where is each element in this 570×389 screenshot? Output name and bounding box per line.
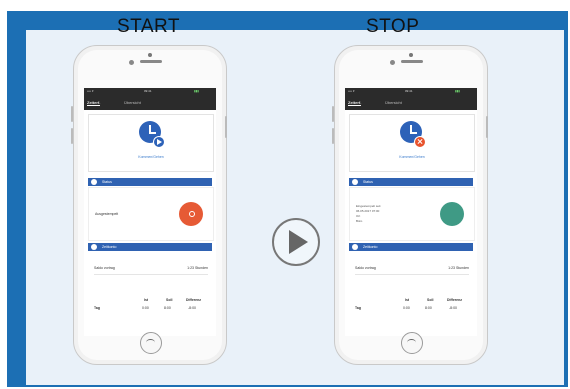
status-section-header: Status (349, 178, 473, 186)
balance-row-label: Saldo vortrag (355, 266, 376, 270)
balance-row: Saldo vortrag 1:23 Stunden (355, 266, 469, 270)
status-section-header: Status (88, 178, 212, 186)
clock-small-icon (352, 244, 358, 250)
volume-button (71, 106, 73, 122)
sensor-icon (390, 60, 395, 65)
battery-icon: ▮▮▮ (194, 89, 199, 93)
table-cell-ist: 0:00 (403, 306, 410, 310)
clock-label: Kommen/Gehen (399, 155, 425, 159)
info-icon (352, 179, 358, 185)
info-icon (91, 179, 97, 185)
status-section-title: Status (363, 180, 373, 184)
status-label: Ausgestempelt (95, 212, 119, 216)
power-button (225, 116, 227, 138)
stamp-out-button[interactable] (440, 202, 464, 226)
speaker-grille (401, 60, 423, 63)
phone-start: •••• ▾ 09:41 ▮▮▮ Zeiterf. Übersicht Komm… (71, 45, 227, 365)
table-cell-soll: 8:00 (164, 306, 171, 310)
app-nav-bar: Zeiterf. Übersicht (345, 96, 477, 110)
status-bar: •••• ▾ 09:41 ▮▮▮ (84, 88, 216, 96)
balance-row-value: 1:23 Stunden (187, 266, 208, 270)
table-header-diff: Differenz (186, 298, 201, 302)
status-section-title: Status (102, 180, 112, 184)
camera-icon (148, 53, 152, 57)
balance-section-header: Zeitkonto (349, 243, 473, 251)
volume-button (332, 128, 334, 144)
table-cell-diff: -8:00 (449, 306, 457, 310)
clock-card[interactable]: Kommen/Gehen (349, 114, 475, 172)
phone-stop: •••• ▾ 09:41 ▮▮▮ Zeiterf. Übersicht Komm… (332, 45, 488, 365)
volume-button (71, 128, 73, 144)
volume-button (332, 106, 334, 122)
table-header-ist: Ist (405, 298, 410, 302)
app-nav-bar: Zeiterf. Übersicht (84, 96, 216, 110)
table-header-ist: Ist (144, 298, 149, 302)
phone-screen: •••• ▾ 09:41 ▮▮▮ Zeiterf. Übersicht Komm… (345, 88, 477, 336)
divider (355, 274, 469, 275)
table-cell-ist: 0:00 (142, 306, 149, 310)
balance-section-title: Zeitkonto (363, 245, 378, 249)
carrier-signal: •••• ▾ (87, 89, 94, 93)
play-icon (289, 230, 308, 254)
tab-time-entry[interactable]: Zeiterf. (348, 100, 362, 106)
balance-panel: Saldo vortrag 1:23 Stunden Ist Soll Diff… (349, 252, 473, 332)
stamp-in-button[interactable] (179, 202, 203, 226)
balance-row-value: 1:23 Stunden (448, 266, 469, 270)
start-caption: START (117, 16, 181, 37)
carrier-signal: •••• ▾ (348, 89, 355, 93)
status-panel: Eingestempelt seit 06.05.2017 07:00 Ort … (349, 187, 475, 241)
balance-row: Saldo vortrag 1:23 Stunden (94, 266, 208, 270)
battery-icon: ▮▮▮ (455, 89, 460, 93)
table-cell-soll: 8:00 (425, 306, 432, 310)
table-header-diff: Differenz (447, 298, 462, 302)
status-time: 09:41 (144, 89, 152, 93)
clock-label: Kommen/Gehen (138, 155, 164, 159)
status-details: Eingestempelt seit 06.05.2017 07:00 Ort … (356, 204, 381, 224)
table-header-soll: Soll (166, 298, 173, 302)
phone-screen: •••• ▾ 09:41 ▮▮▮ Zeiterf. Übersicht Komm… (84, 88, 216, 336)
clock-small-icon (91, 244, 97, 250)
table-cell-diff: -8:00 (188, 306, 196, 310)
camera-icon (409, 53, 413, 57)
divider (94, 274, 208, 275)
tab-overview[interactable]: Übersicht (385, 100, 402, 105)
status-panel: Ausgestempelt (88, 187, 214, 241)
stop-icon (414, 136, 426, 148)
stop-caption: STOP (366, 16, 420, 37)
table-row-label: Tag (94, 306, 100, 310)
clock-card[interactable]: Kommen/Gehen (88, 114, 214, 172)
table-row-label: Tag (355, 306, 361, 310)
figure-frame: START STOP •••• ▾ 09:41 ▮▮▮ Zeiterf. Übe… (0, 0, 570, 389)
home-button[interactable] (401, 332, 423, 354)
balance-row-label: Saldo vortrag (94, 266, 115, 270)
balance-panel: Saldo vortrag 1:23 Stunden Ist Soll Diff… (88, 252, 212, 332)
home-button[interactable] (140, 332, 162, 354)
status-bar: •••• ▾ 09:41 ▮▮▮ (345, 88, 477, 96)
table-header-soll: Soll (427, 298, 434, 302)
play-button[interactable] (272, 218, 320, 266)
play-icon (153, 136, 165, 148)
balance-section-header: Zeitkonto (88, 243, 212, 251)
balance-section-title: Zeitkonto (102, 245, 117, 249)
status-line: Büro (356, 219, 363, 223)
tab-overview[interactable]: Übersicht (124, 100, 141, 105)
tab-time-entry[interactable]: Zeiterf. (87, 100, 101, 106)
sensor-icon (129, 60, 134, 65)
status-time: 09:41 (405, 89, 413, 93)
speaker-grille (140, 60, 162, 63)
power-button (486, 116, 488, 138)
